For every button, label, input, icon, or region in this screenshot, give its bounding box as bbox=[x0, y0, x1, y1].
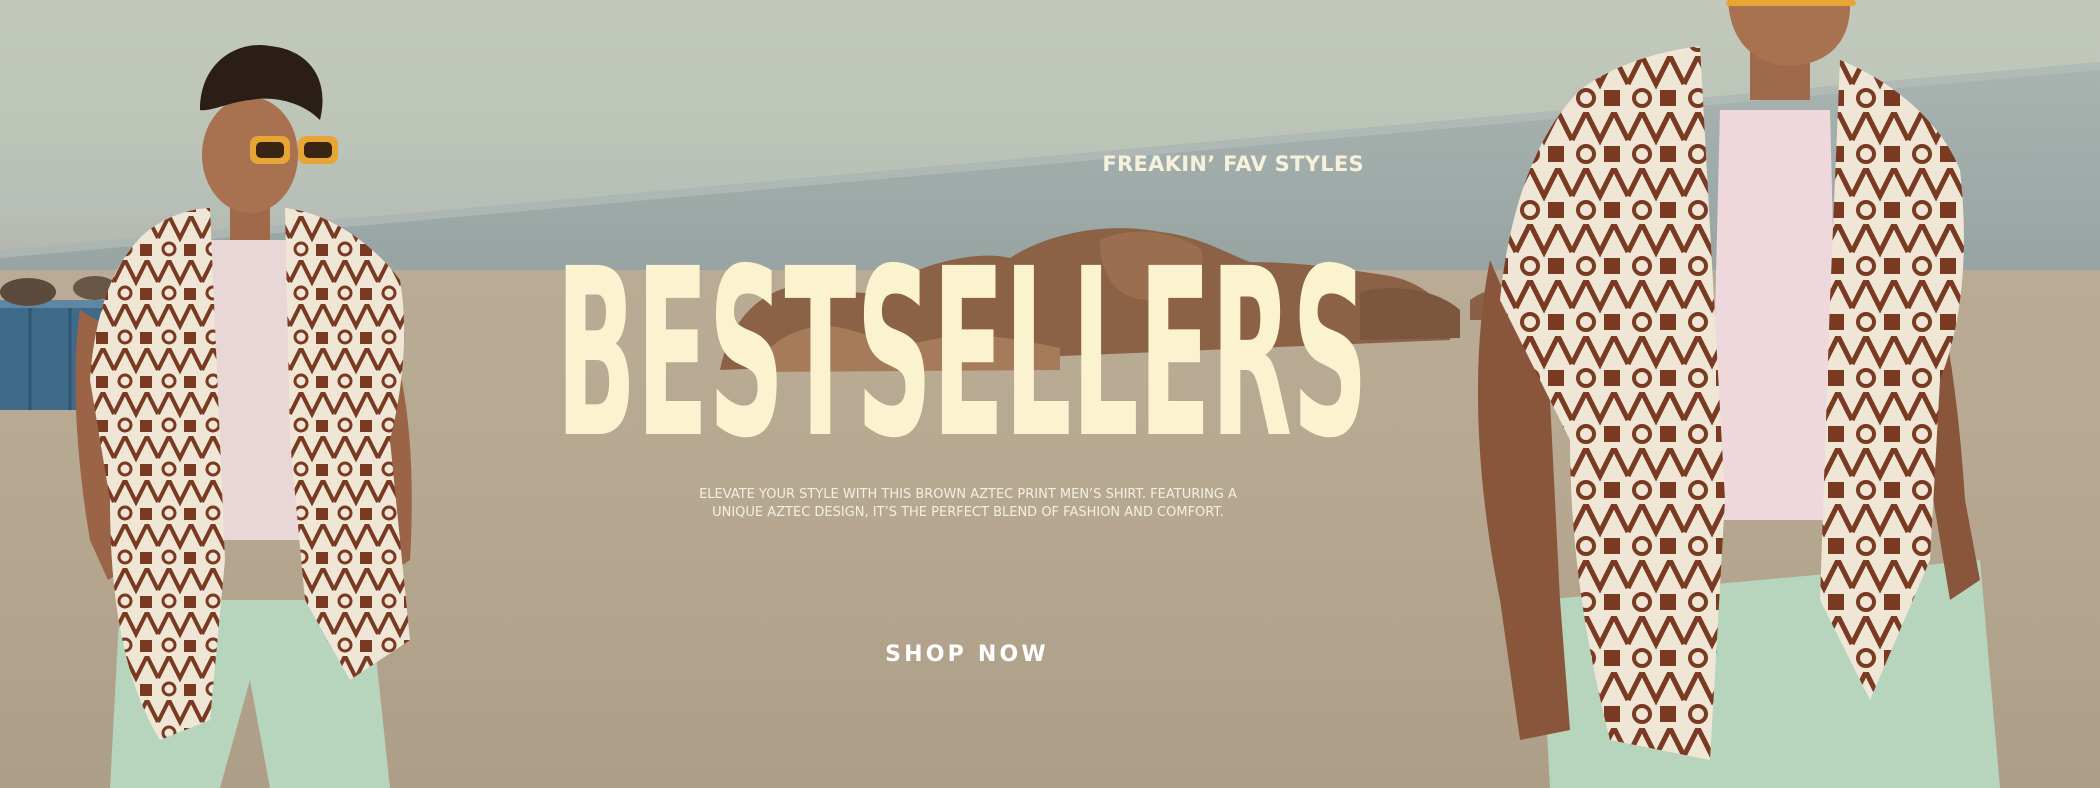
hero-description: ELEVATE YOUR STYLE WITH THIS BROWN AZTEC… bbox=[650, 486, 1286, 522]
left-model-image bbox=[75, 44, 412, 788]
description-line-1: ELEVATE YOUR STYLE WITH THIS BROWN AZTEC… bbox=[699, 487, 1237, 502]
right-model-image bbox=[1477, 0, 2000, 788]
shop-now-button[interactable]: SHOP NOW bbox=[862, 636, 1072, 672]
description-line-2: UNIQUE AZTEC DESIGN, IT’S THE PERFECT BL… bbox=[712, 505, 1224, 520]
headline-text: BESTSELLERS bbox=[556, 219, 1368, 448]
hero-banner: FREAKIN’ FAV STYLES BESTSELLERS ELEVATE … bbox=[0, 0, 2100, 788]
eyebrow-text: FREAKIN’ FAV STYLES bbox=[1102, 152, 1364, 176]
headline-wrapper: BESTSELLERS bbox=[556, 186, 1368, 448]
